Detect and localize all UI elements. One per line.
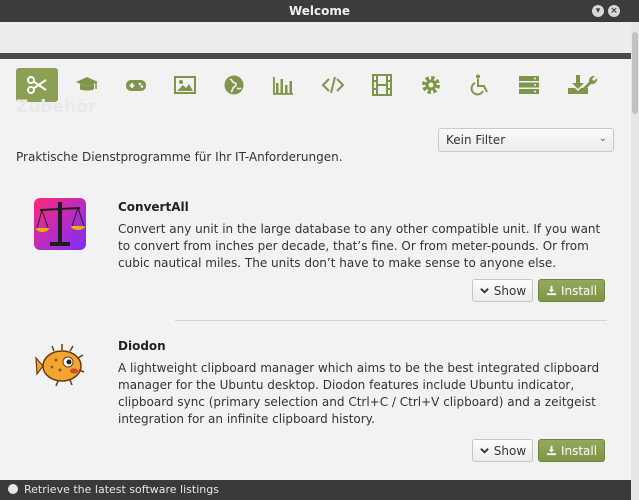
filter-dropdown[interactable]: Kein Filter ⌄: [438, 128, 614, 152]
graduation-cap-icon: [76, 77, 98, 91]
category-office[interactable]: [262, 68, 304, 102]
category-multimedia[interactable]: [361, 68, 403, 102]
filter-value: Kein Filter: [446, 133, 506, 147]
section-subtitle: Praktische Dienstprogramme für Ihr IT-An…: [16, 150, 343, 164]
code-icon: [321, 76, 345, 94]
show-button[interactable]: Show: [472, 439, 533, 462]
category-accessibility[interactable]: [459, 68, 501, 102]
scrollbar-thumb[interactable]: [632, 32, 638, 114]
gamepad-icon: [126, 80, 146, 91]
header-bar: [0, 22, 639, 54]
image-icon: [174, 76, 196, 94]
gear-icon: [422, 76, 440, 94]
app-name: Diodon: [118, 339, 166, 353]
app-name: ConvertAll: [118, 200, 189, 214]
category-games[interactable]: [115, 68, 157, 102]
app-separator: [175, 320, 607, 321]
category-internet[interactable]: [213, 68, 255, 102]
app-description: Convert any unit in the large database t…: [118, 222, 601, 270]
window-title: Welcome: [288, 4, 351, 18]
scrollbar[interactable]: [631, 22, 639, 500]
scissors-icon: [27, 76, 47, 94]
category-server[interactable]: [508, 68, 550, 102]
bar-chart-icon: [273, 77, 293, 95]
film-icon: [372, 74, 392, 96]
globe-icon: [224, 75, 244, 95]
category-system-tools[interactable]: [410, 68, 452, 102]
title-bar: Welcome ▾ ×: [0, 0, 639, 22]
category-tools[interactable]: [566, 68, 608, 102]
wrench-icon: [579, 75, 598, 94]
chevron-down-icon: [479, 448, 489, 454]
category-graphics[interactable]: [164, 68, 206, 102]
minimize-icon[interactable]: ▾: [592, 5, 604, 17]
content-area: Zubehör Praktische Dienstprogramme für I…: [0, 59, 631, 500]
download-icon: [546, 445, 557, 456]
show-button[interactable]: Show: [472, 279, 533, 302]
install-button[interactable]: Install: [538, 279, 605, 302]
close-icon[interactable]: ×: [608, 5, 620, 17]
status-bar: Retrieve the latest software listings: [0, 480, 631, 500]
download-icon: [546, 285, 557, 296]
status-message: Retrieve the latest software listings: [24, 483, 219, 496]
app-icon-convertall: [34, 198, 86, 250]
section-title: Zubehör: [16, 97, 97, 117]
category-programming[interactable]: [312, 68, 354, 102]
server-icon: [519, 76, 539, 94]
app-description: A lightweight clipboard manager which ai…: [118, 361, 600, 426]
category-toolbar: [16, 68, 616, 104]
info-icon: [8, 484, 18, 494]
app-icon-diodon: [35, 344, 85, 387]
install-button[interactable]: Install: [538, 439, 605, 462]
chevron-down-icon: [479, 288, 489, 294]
wheelchair-icon: [470, 74, 488, 96]
window-body: Zubehör Praktische Dienstprogramme für I…: [0, 22, 639, 500]
chevron-down-icon: ⌄: [598, 133, 607, 144]
